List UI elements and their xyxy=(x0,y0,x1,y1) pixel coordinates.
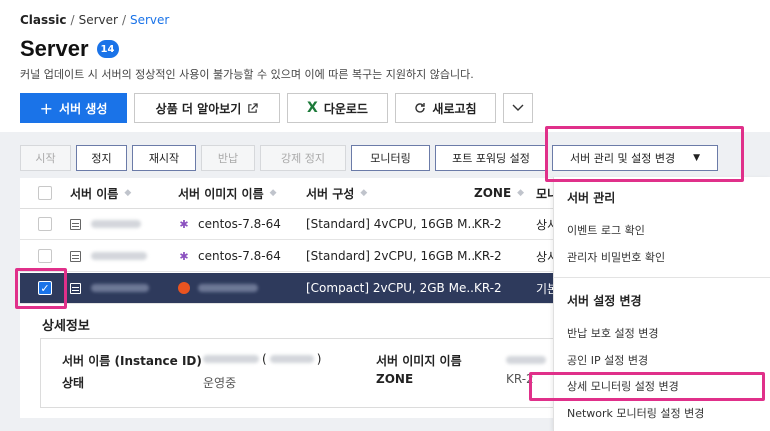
learn-more-button[interactable]: 상품 더 알아보기 xyxy=(134,93,280,123)
row-spec: [Standard] 2vCPU, 16GB M... xyxy=(306,249,474,263)
row-image: centos-7.8-64 xyxy=(198,217,281,231)
table-row[interactable]: ✱ centos-7.8-64 [Standard] 2vCPU, 16GB M.… xyxy=(20,241,560,272)
row-image: centos-7.8-64 xyxy=(198,249,281,263)
detail-zone-label: ZONE xyxy=(376,372,414,386)
title-row: Server 14 xyxy=(20,36,119,62)
kernel-notice: 커널 업데이트 시 서버의 정상적인 사용이 불가능할 수 있으며 이에 따른 … xyxy=(20,68,474,81)
port-forwarding-button[interactable]: 포트 포워딩 설정 xyxy=(435,145,547,171)
server-icon xyxy=(70,282,81,294)
count-badge: 14 xyxy=(96,40,119,58)
detail-image-label: 서버 이미지 이름 xyxy=(376,354,462,368)
header-name-label: 서버 이름 xyxy=(70,186,119,201)
menu-item-return-protect[interactable]: 반납 보호 설정 변경 xyxy=(567,325,658,341)
header-name[interactable]: 서버 이름 ◆ xyxy=(70,185,178,202)
row-zone: KR-2 xyxy=(474,249,502,263)
more-options-button[interactable] xyxy=(503,93,533,123)
server-icon xyxy=(70,218,81,230)
centos-icon: ✱ xyxy=(179,249,189,263)
row-checkbox[interactable] xyxy=(38,217,52,231)
breadcrumb-separator: / xyxy=(121,13,126,27)
menu-item-event-log[interactable]: 이벤트 로그 확인 xyxy=(567,222,645,238)
detail-title: 상세정보 xyxy=(42,319,90,334)
table-header: 서버 이름 ◆ 서버 이미지 이름 ◆ 서버 구성 ◆ ZONE ◆ 모니 xyxy=(20,178,560,209)
start-button[interactable]: 시작 xyxy=(20,145,71,171)
chevron-down-icon xyxy=(512,104,524,111)
create-server-button[interactable]: + 서버 생성 xyxy=(20,93,127,123)
header-spec[interactable]: 서버 구성 ◆ xyxy=(306,185,474,202)
page-title: Server xyxy=(20,36,89,61)
refresh-button[interactable]: 새로고침 xyxy=(395,93,496,123)
row-spec: [Compact] 2vCPU, 2GB Me... xyxy=(306,281,474,295)
table-row[interactable]: ✱ centos-7.8-64 [Standard] 4vCPU, 16GB M.… xyxy=(20,209,560,240)
ubuntu-icon xyxy=(178,282,190,294)
header-zone[interactable]: ZONE ◆ xyxy=(474,186,536,200)
detail-name-value: ( ) xyxy=(203,352,321,366)
toolbar: + 서버 생성 상품 더 알아보기 X 다운로드 새로고침 xyxy=(20,93,533,123)
header-zone-label: ZONE xyxy=(474,186,512,200)
paren-close: ) xyxy=(316,352,322,366)
menu-item-network-monitoring[interactable]: Network 모니터링 설정 변경 xyxy=(567,405,704,421)
redacted-image xyxy=(198,284,258,292)
table-row-selected[interactable]: ✓ [Compact] 2vCPU, 2GB Me... KR-2 기본 xyxy=(20,273,560,304)
external-link-icon xyxy=(248,102,258,113)
header-spec-label: 서버 구성 xyxy=(306,186,355,201)
sort-icon: ◆ xyxy=(517,188,525,198)
menu-item-admin-password[interactable]: 관리자 비밀번호 확인 xyxy=(567,249,665,265)
highlight-manage-dropdown xyxy=(545,126,744,182)
monitoring-button[interactable]: 모니터링 xyxy=(351,145,430,171)
row-zone: KR-2 xyxy=(474,217,502,231)
refresh-icon xyxy=(415,103,426,113)
download-label: 다운로드 xyxy=(323,101,368,116)
excel-icon: X xyxy=(307,100,318,116)
breadcrumb-separator: / xyxy=(70,13,75,27)
server-icon xyxy=(70,250,81,262)
header-image[interactable]: 서버 이미지 이름 ◆ xyxy=(178,185,306,202)
stop-button[interactable]: 정지 xyxy=(76,145,127,171)
download-button[interactable]: X 다운로드 xyxy=(287,93,388,123)
breadcrumb: Classic / Server / Server xyxy=(20,13,169,27)
redacted-image xyxy=(506,356,546,364)
detail-box: 서버 이름 (Instance ID) ( ) 서버 이미지 이름 상태 운영중… xyxy=(40,338,560,408)
sort-icon: ◆ xyxy=(269,188,277,198)
detail-status-value: 운영중 xyxy=(203,376,237,390)
create-server-label: 서버 생성 xyxy=(59,101,108,116)
learn-more-label: 상품 더 알아보기 xyxy=(155,101,242,116)
highlight-row-checkbox xyxy=(15,268,67,309)
highlight-detail-monitoring xyxy=(529,372,765,401)
row-checkbox[interactable] xyxy=(38,249,52,263)
return-button[interactable]: 반납 xyxy=(201,145,255,171)
force-stop-button[interactable]: 강제 정지 xyxy=(260,145,346,171)
header-image-label: 서버 이미지 이름 xyxy=(178,186,264,201)
row-spec: [Standard] 4vCPU, 16GB M... xyxy=(306,217,474,231)
menu-divider xyxy=(554,277,770,278)
redacted-name xyxy=(203,355,259,363)
detail-status-label: 상태 xyxy=(62,376,85,390)
plus-icon: + xyxy=(39,98,54,118)
row-zone: KR-2 xyxy=(474,281,502,295)
detail-name-label: 서버 이름 (Instance ID) xyxy=(62,354,202,368)
sort-icon: ◆ xyxy=(124,188,132,198)
redacted-instance-id xyxy=(269,355,314,363)
menu-section-server-settings: 서버 설정 변경 xyxy=(567,294,642,308)
menu-item-public-ip[interactable]: 공인 IP 설정 변경 xyxy=(567,352,648,368)
menu-section-server-manage: 서버 관리 xyxy=(567,191,616,205)
redacted-name xyxy=(91,252,147,260)
paren-open: ( xyxy=(262,352,267,366)
detail-image-value xyxy=(506,353,546,367)
sort-icon: ◆ xyxy=(360,188,368,198)
breadcrumb-mid[interactable]: Server xyxy=(79,13,118,27)
centos-icon: ✱ xyxy=(179,217,189,231)
redacted-name xyxy=(91,284,149,292)
restart-button[interactable]: 재시작 xyxy=(132,145,196,171)
breadcrumb-current: Server xyxy=(129,13,170,27)
refresh-label: 새로고침 xyxy=(432,101,477,116)
breadcrumb-root[interactable]: Classic xyxy=(20,13,67,27)
redacted-name xyxy=(91,220,141,228)
select-all-checkbox[interactable] xyxy=(38,186,52,200)
